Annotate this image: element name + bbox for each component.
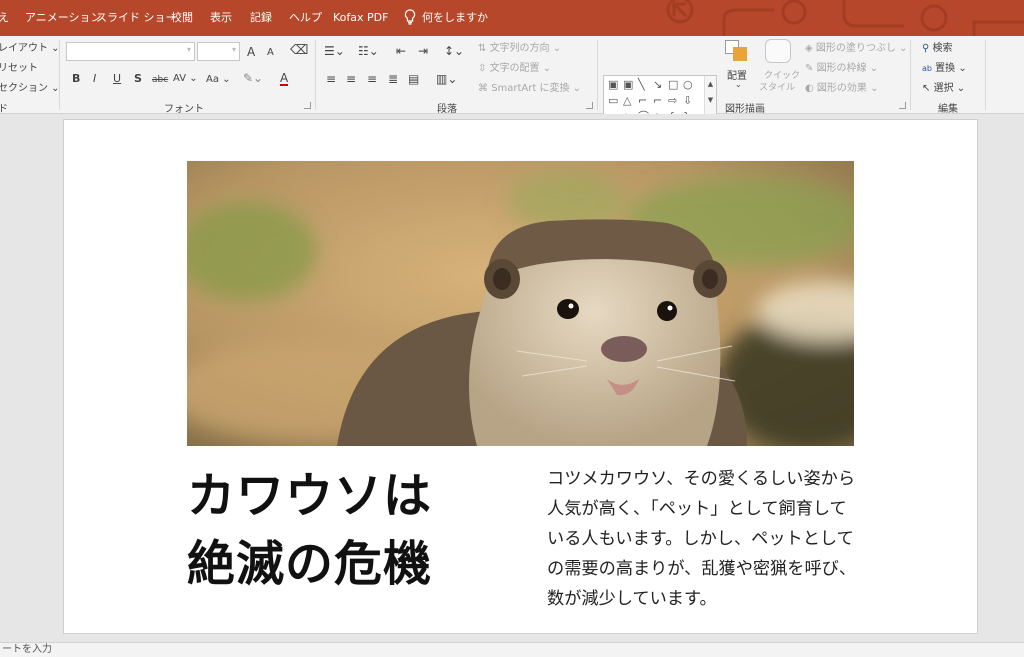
find-button[interactable]: ⚲ 検索 <box>922 39 953 54</box>
section-button[interactable]: セクション ⌄ <box>0 79 60 94</box>
convert-smartart-button[interactable]: ⌘ SmartArt に変換 ⌄ <box>478 79 581 94</box>
cursor-icon: ↖ <box>922 83 931 94</box>
increase-indent-icon[interactable]: ⇥ <box>418 45 428 57</box>
layout-button[interactable]: レイアウト ⌄ <box>0 39 60 54</box>
paragraph-group-label: 段落 <box>437 104 457 115</box>
group-divider <box>59 40 60 110</box>
slide-body-text[interactable]: コツメカワウソ、その愛くるしい姿から人気が高く、「ペット」として飼育している人も… <box>547 464 859 614</box>
select-button[interactable]: ↖ 選択 ⌄ <box>922 79 965 94</box>
shape-fill-button[interactable]: ◈ 図形の塗りつぶし ⌄ <box>805 39 908 54</box>
quick-styles-icon <box>765 39 791 63</box>
line-spacing-icon[interactable]: ↕⌄ <box>444 45 464 57</box>
connector-icon[interactable]: ⌐ <box>638 95 647 107</box>
character-spacing-button[interactable]: AV ⌄ <box>173 73 198 85</box>
italic-button[interactable]: I <box>93 73 96 85</box>
replace-icon: ab <box>922 64 932 73</box>
headline-line-2: 絶滅の危機 <box>187 536 433 592</box>
textbox-icon[interactable]: ▣ <box>608 79 618 91</box>
rectangle-icon[interactable]: □ <box>668 79 678 91</box>
drawing-dialog-launcher[interactable] <box>899 102 906 109</box>
headline-line-1: カワウソは <box>187 468 433 524</box>
slides-group-label: ド <box>0 104 8 115</box>
background-decoration <box>666 0 1024 36</box>
slide-headline[interactable]: カワウソは 絶滅の危機 <box>187 462 507 598</box>
drawing-group-label: 図形描画 <box>725 104 765 115</box>
font-group-label: フォント <box>164 104 204 115</box>
quick-styles-label: スタイル <box>759 83 796 93</box>
triangle-icon[interactable]: △ <box>623 95 631 107</box>
tab-animations[interactable]: アニメーション <box>25 11 102 25</box>
font-name-dropdown[interactable]: ▾ <box>66 42 195 61</box>
shape-effects-button[interactable]: ◐ 図形の効果 ⌄ <box>805 79 878 94</box>
bold-button[interactable]: B <box>72 73 80 85</box>
change-case-button[interactable]: Aa ⌄ <box>206 74 231 86</box>
distributed-icon[interactable]: ▤ <box>408 73 419 85</box>
notes-pane[interactable]: ートを入力 <box>0 642 1024 657</box>
paragraph-dialog-launcher[interactable] <box>586 102 593 109</box>
tell-me-box[interactable]: 何をしますか <box>404 9 488 25</box>
tab-kofax-pdf[interactable]: Kofax PDF <box>333 11 388 25</box>
underline-button[interactable]: U <box>113 73 121 85</box>
group-divider <box>597 40 598 110</box>
decrease-indent-icon[interactable]: ⇤ <box>396 45 406 57</box>
group-divider <box>315 40 316 110</box>
ribbon: レイアウト ⌄ リセット セクション ⌄ ド ▾ ▾ A A ⌫ B I U S… <box>0 36 1024 127</box>
notes-placeholder: ートを入力 <box>2 644 52 655</box>
text-direction-button[interactable]: ⇅ 文字列の方向 ⌄ <box>478 39 561 54</box>
align-right-icon[interactable]: ≡ <box>367 73 377 85</box>
oval-icon[interactable]: ○ <box>683 79 693 91</box>
editing-group-label: 編集 <box>938 104 958 115</box>
group-divider <box>910 40 911 110</box>
chevron-down-icon: ⌄ <box>735 80 742 89</box>
align-left-icon[interactable]: ≡ <box>326 73 336 85</box>
search-icon: ⚲ <box>922 43 930 54</box>
down-arrow-icon[interactable]: ⇩ <box>683 95 692 107</box>
font-size-dropdown[interactable]: ▾ <box>197 42 240 61</box>
shrink-font-button[interactable]: A <box>267 47 274 59</box>
tab-record[interactable]: 記録 <box>250 11 272 25</box>
tab-view[interactable]: 表示 <box>210 11 232 25</box>
arrow-line-icon[interactable]: ↘ <box>653 79 662 91</box>
align-text-button[interactable]: ⇳ 文字の配置 ⌄ <box>478 59 551 74</box>
otter-photo[interactable] <box>187 161 854 446</box>
strikethrough-button[interactable]: abc <box>152 74 168 86</box>
shadow-button[interactable]: S <box>134 73 142 85</box>
font-dialog-launcher[interactable] <box>304 102 311 109</box>
tab-help[interactable]: ヘルプ <box>289 11 322 25</box>
align-center-icon[interactable]: ≡ <box>346 73 356 85</box>
tell-me-text: 何をしますか <box>422 11 488 24</box>
elbow-connector-icon[interactable]: ⌐ <box>653 95 662 107</box>
numbering-icon[interactable]: ☷⌄ <box>358 45 379 57</box>
otter-image <box>187 161 854 446</box>
highlight-icon[interactable]: ✎⌄ <box>243 72 263 84</box>
lightbulb-icon <box>404 9 416 25</box>
group-divider <box>985 40 986 110</box>
tab-slideshow[interactable]: スライド ショー <box>96 11 177 25</box>
arrange-icon <box>725 40 749 62</box>
right-arrow-icon[interactable]: ⇨ <box>668 95 677 107</box>
grow-font-button[interactable]: A <box>247 46 255 58</box>
reset-button[interactable]: リセット <box>0 59 38 74</box>
replace-button[interactable]: ab 置換 ⌄ <box>922 59 967 74</box>
line-icon[interactable]: ╲ <box>638 79 645 91</box>
justify-icon[interactable]: ≣ <box>388 73 398 85</box>
bullets-icon[interactable]: ☰⌄ <box>324 45 345 57</box>
chevron-down-icon: ▾ <box>186 45 191 54</box>
chevron-down-icon: ▾ <box>231 45 236 54</box>
columns-icon[interactable]: ▥⌄ <box>436 73 457 85</box>
clear-format-icon[interactable]: ⌫ <box>290 44 308 57</box>
tab-transitions[interactable]: え <box>0 11 9 25</box>
font-color-button[interactable]: A <box>280 72 289 86</box>
ribbon-tab-bar: え アニメーション スライド ショー 校閲 表示 記録 ヘルプ Kofax PD… <box>0 0 1024 36</box>
powerpoint-window: え アニメーション スライド ショー 校閲 表示 記録 ヘルプ Kofax PD… <box>0 0 1024 657</box>
shape-outline-button[interactable]: ✎ 図形の枠線 ⌄ <box>805 59 878 74</box>
tab-review[interactable]: 校閲 <box>171 11 193 25</box>
vertical-textbox-icon[interactable]: ▣ <box>623 79 633 91</box>
rounded-rectangle-icon[interactable]: ▭ <box>608 95 618 107</box>
